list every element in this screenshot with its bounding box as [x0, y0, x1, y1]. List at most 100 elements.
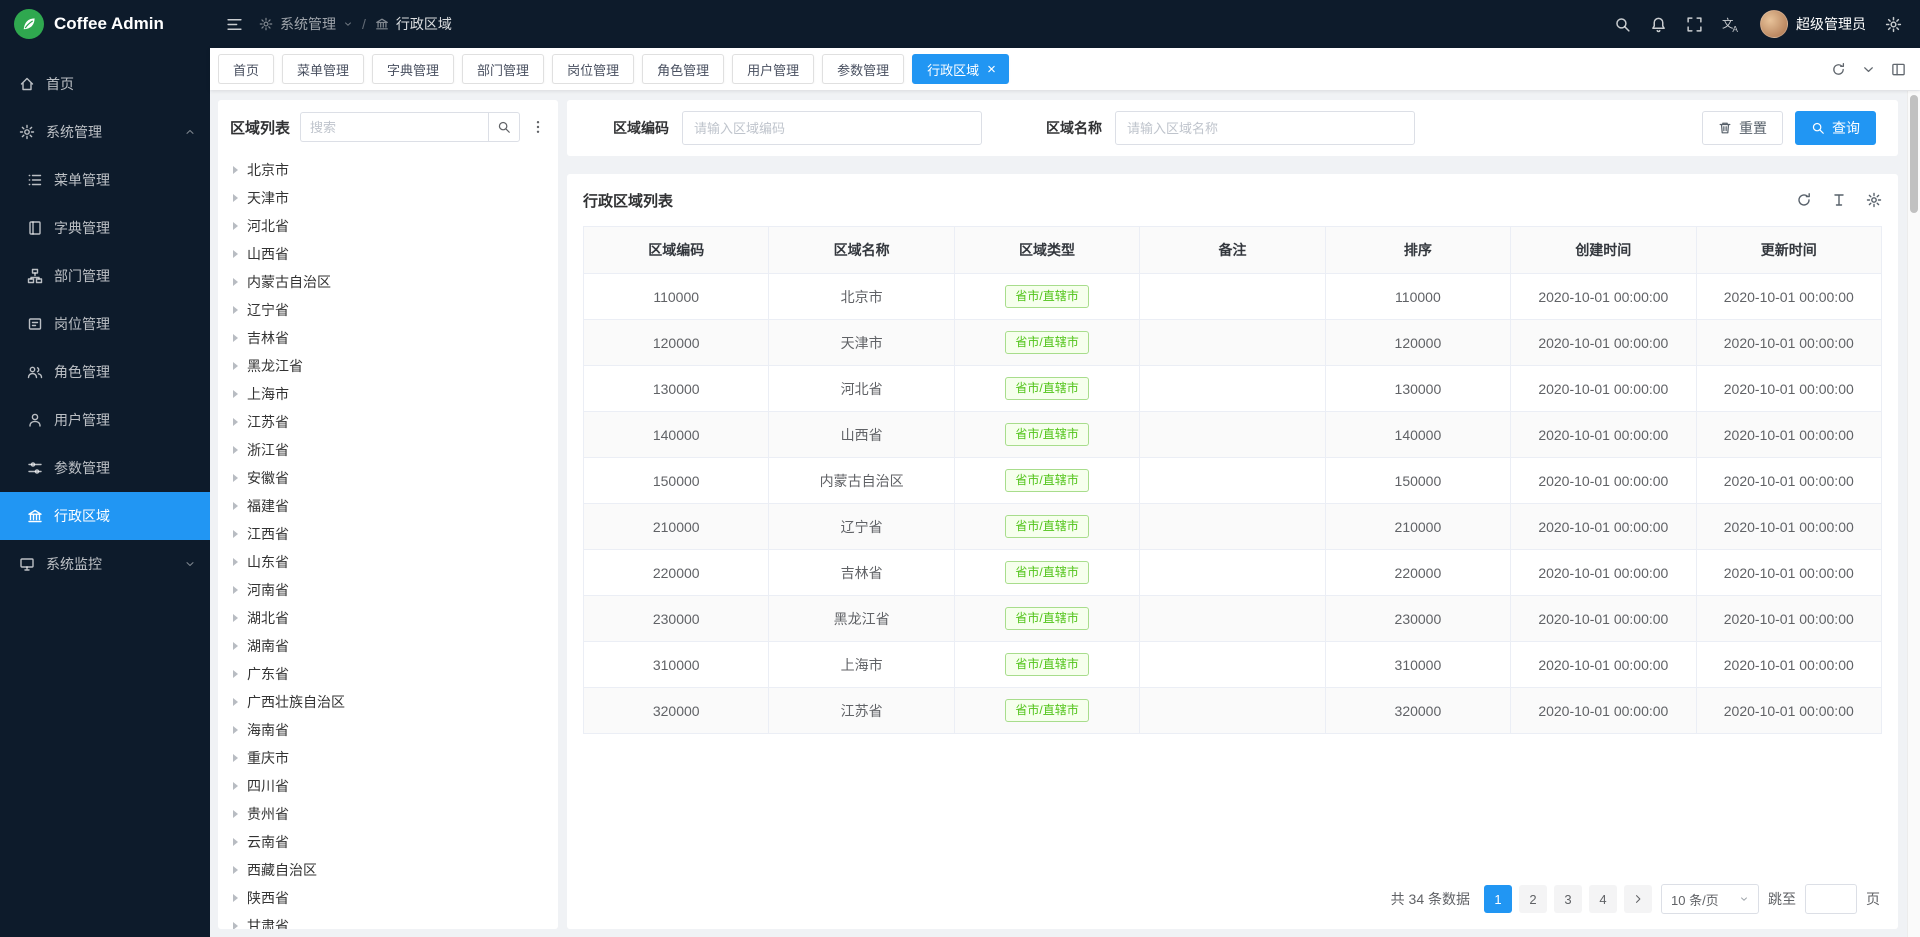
table-row[interactable]: 130000河北省省市/直辖市1300002020-10-01 00:00:00…: [584, 366, 1882, 412]
caret-right-icon[interactable]: [233, 810, 238, 818]
tab-options-chevron-icon[interactable]: [1861, 62, 1876, 77]
caret-right-icon[interactable]: [233, 474, 238, 482]
next-page-button[interactable]: [1624, 885, 1652, 913]
caret-right-icon[interactable]: [233, 446, 238, 454]
caret-right-icon[interactable]: [233, 334, 238, 342]
breadcrumb-section[interactable]: 系统管理: [280, 14, 336, 34]
more-options-icon[interactable]: [530, 119, 546, 135]
table-row[interactable]: 220000吉林省省市/直辖市2200002020-10-01 00:00:00…: [584, 550, 1882, 596]
tab-user[interactable]: 用户管理: [732, 54, 814, 84]
column-settings-icon[interactable]: [1866, 192, 1882, 208]
tree-item[interactable]: 湖北省: [222, 604, 554, 632]
region-code-input[interactable]: [682, 111, 982, 145]
sidebar-item-region[interactable]: 行政区域: [0, 492, 210, 540]
tree-item[interactable]: 西藏自治区: [222, 856, 554, 884]
table-row[interactable]: 110000北京市省市/直辖市1100002020-10-01 00:00:00…: [584, 274, 1882, 320]
tree-item[interactable]: 河北省: [222, 212, 554, 240]
tree-item[interactable]: 山东省: [222, 548, 554, 576]
bell-icon[interactable]: [1650, 16, 1667, 33]
table-row[interactable]: 320000江苏省省市/直辖市3200002020-10-01 00:00:00…: [584, 688, 1882, 734]
text-size-icon[interactable]: [1831, 192, 1847, 208]
search-icon[interactable]: [1614, 16, 1631, 33]
page-scrollbar[interactable]: [1907, 91, 1920, 937]
sidebar-item-post[interactable]: 岗位管理: [0, 300, 210, 348]
caret-right-icon[interactable]: [233, 530, 238, 538]
tree-item[interactable]: 海南省: [222, 716, 554, 744]
tab-dict[interactable]: 字典管理: [372, 54, 454, 84]
caret-right-icon[interactable]: [233, 922, 238, 929]
table-row[interactable]: 310000上海市省市/直辖市3100002020-10-01 00:00:00…: [584, 642, 1882, 688]
tree-item[interactable]: 重庆市: [222, 744, 554, 772]
page-button-2[interactable]: 2: [1519, 885, 1547, 913]
sidebar-item-home[interactable]: 首页: [0, 60, 210, 108]
close-icon[interactable]: ×: [987, 62, 996, 77]
jump-page-input[interactable]: [1805, 884, 1857, 914]
app-logo[interactable]: Coffee Admin: [0, 0, 210, 48]
tree-item[interactable]: 天津市: [222, 184, 554, 212]
tree-search-input[interactable]: [300, 112, 488, 142]
caret-right-icon[interactable]: [233, 166, 238, 174]
refresh-icon[interactable]: [1796, 192, 1812, 208]
fullscreen-icon[interactable]: [1686, 16, 1703, 33]
tab-home[interactable]: 首页: [218, 54, 274, 84]
caret-right-icon[interactable]: [233, 642, 238, 650]
table-row[interactable]: 120000天津市省市/直辖市1200002020-10-01 00:00:00…: [584, 320, 1882, 366]
caret-right-icon[interactable]: [233, 278, 238, 286]
caret-right-icon[interactable]: [233, 698, 238, 706]
query-button[interactable]: 查询: [1795, 111, 1876, 145]
table-row[interactable]: 230000黑龙江省省市/直辖市2300002020-10-01 00:00:0…: [584, 596, 1882, 642]
tree-item[interactable]: 广东省: [222, 660, 554, 688]
caret-right-icon[interactable]: [233, 894, 238, 902]
tab-role[interactable]: 角色管理: [642, 54, 724, 84]
refresh-icon[interactable]: [1831, 62, 1846, 77]
tree-item[interactable]: 甘肃省: [222, 912, 554, 929]
settings-gear-icon[interactable]: [1885, 16, 1902, 33]
tree-item[interactable]: 安徽省: [222, 464, 554, 492]
translate-icon[interactable]: 文A: [1722, 16, 1741, 33]
tree-item[interactable]: 贵州省: [222, 800, 554, 828]
tab-dept[interactable]: 部门管理: [462, 54, 544, 84]
tree-search-button[interactable]: [488, 112, 520, 142]
reset-button[interactable]: 重置: [1702, 111, 1783, 145]
caret-right-icon[interactable]: [233, 250, 238, 258]
tree-item[interactable]: 四川省: [222, 772, 554, 800]
caret-right-icon[interactable]: [233, 390, 238, 398]
sidebar-group-system[interactable]: 系统管理: [0, 108, 210, 156]
sidebar-item-dict[interactable]: 字典管理: [0, 204, 210, 252]
region-name-input[interactable]: [1115, 111, 1415, 145]
caret-right-icon[interactable]: [233, 782, 238, 790]
caret-right-icon[interactable]: [233, 502, 238, 510]
caret-right-icon[interactable]: [233, 726, 238, 734]
sidebar-item-user[interactable]: 用户管理: [0, 396, 210, 444]
sidebar-item-menu[interactable]: 菜单管理: [0, 156, 210, 204]
tree-item[interactable]: 江苏省: [222, 408, 554, 436]
page-size-select[interactable]: 10 条/页: [1661, 884, 1759, 914]
tree-item[interactable]: 河南省: [222, 576, 554, 604]
tree-item[interactable]: 湖南省: [222, 632, 554, 660]
sidebar-group-monitor[interactable]: 系统监控: [0, 540, 210, 588]
caret-right-icon[interactable]: [233, 586, 238, 594]
tree-item[interactable]: 北京市: [222, 156, 554, 184]
collapse-sidebar-icon[interactable]: [226, 16, 243, 33]
page-button-1[interactable]: 1: [1484, 885, 1512, 913]
caret-right-icon[interactable]: [233, 866, 238, 874]
table-row[interactable]: 210000辽宁省省市/直辖市2100002020-10-01 00:00:00…: [584, 504, 1882, 550]
caret-right-icon[interactable]: [233, 194, 238, 202]
tree-item[interactable]: 山西省: [222, 240, 554, 268]
tab-post[interactable]: 岗位管理: [552, 54, 634, 84]
sidebar-item-dept[interactable]: 部门管理: [0, 252, 210, 300]
scrollbar-thumb[interactable]: [1910, 95, 1918, 213]
tree-item[interactable]: 江西省: [222, 520, 554, 548]
tree-item[interactable]: 陕西省: [222, 884, 554, 912]
tree-item[interactable]: 黑龙江省: [222, 352, 554, 380]
tree-item[interactable]: 上海市: [222, 380, 554, 408]
sidebar-item-param[interactable]: 参数管理: [0, 444, 210, 492]
caret-right-icon[interactable]: [233, 670, 238, 678]
tree-item[interactable]: 吉林省: [222, 324, 554, 352]
caret-right-icon[interactable]: [233, 838, 238, 846]
tab-menu[interactable]: 菜单管理: [282, 54, 364, 84]
caret-right-icon[interactable]: [233, 418, 238, 426]
user-menu[interactable]: 超级管理员: [1760, 10, 1866, 38]
page-button-4[interactable]: 4: [1589, 885, 1617, 913]
page-button-3[interactable]: 3: [1554, 885, 1582, 913]
